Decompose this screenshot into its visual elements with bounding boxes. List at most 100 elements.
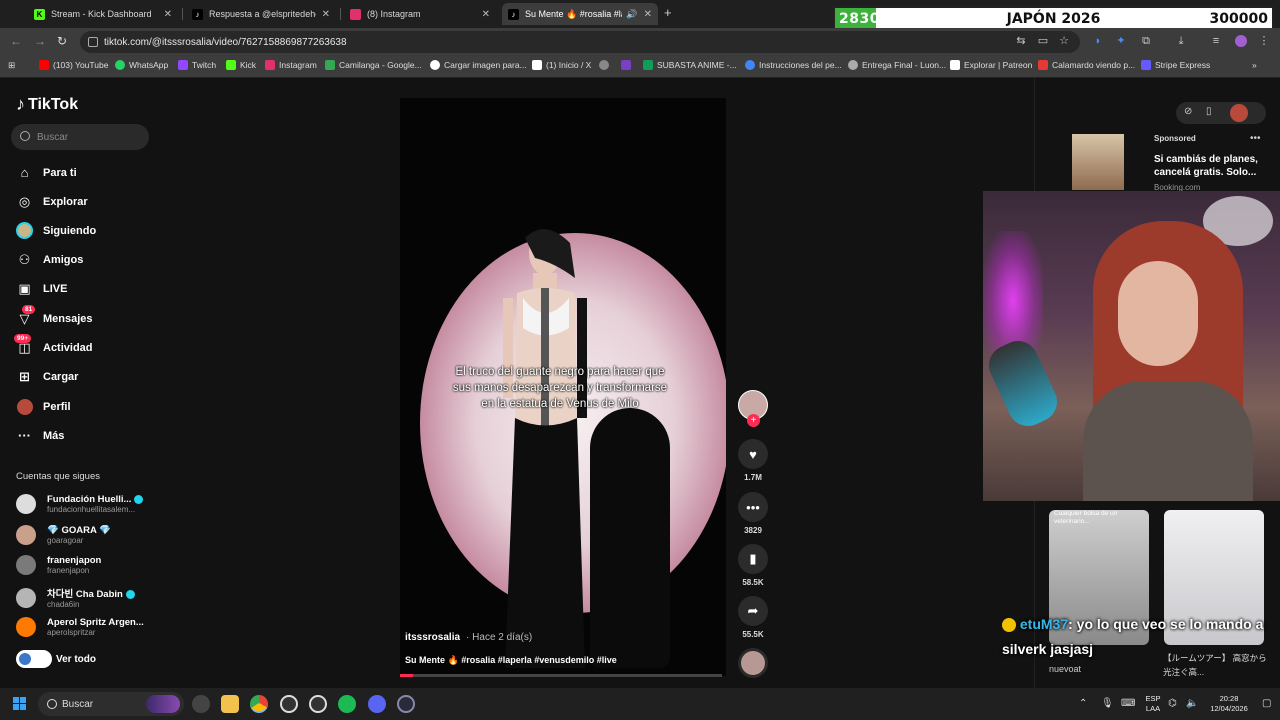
following-item[interactable]: 차다빈 Cha Dabin chada6in <box>16 586 135 609</box>
address-bar[interactable]: tiktok.com/@itsssrosalia/video/762715886… <box>80 31 1080 53</box>
sidebar-item-perfil[interactable]: Perfil <box>16 398 71 415</box>
chevron-up-icon[interactable]: ⌃ <box>1079 698 1087 709</box>
tab-tiktok-active[interactable]: ♪ Su Mente 🔥 #rosalia #lape 🔊 ✕ <box>502 3 658 25</box>
close-icon[interactable]: ✕ <box>644 9 652 20</box>
reading-list-icon[interactable]: ≡ <box>1210 35 1222 47</box>
extensions-puzzle-icon[interactable]: ⧉ <box>1140 35 1152 47</box>
like-button[interactable]: ♥ 1.7M <box>736 439 770 482</box>
bookmark-patreon[interactable]: Explorar | Patreon <box>950 60 1032 70</box>
bookmark-camilanga[interactable]: Camilanga - Google... <box>325 60 422 70</box>
ad-text[interactable]: Si cambiás de planes, cancelá gratis. So… <box>1154 153 1264 179</box>
bookmark-star-icon[interactable]: ☆ <box>1058 35 1070 47</box>
translate-icon[interactable]: ⇆ <box>1015 35 1027 47</box>
video-author[interactable]: itsssrosalia <box>405 632 460 643</box>
back-icon[interactable]: ← <box>10 34 22 48</box>
search-input[interactable]: Buscar <box>11 124 149 150</box>
video-author-line[interactable]: itsssrosalia · Hace 2 día(s) <box>405 632 532 643</box>
extension-icon[interactable]: ✦ <box>1115 35 1127 47</box>
bookmark-whatsapp[interactable]: WhatsApp <box>115 60 168 70</box>
ad-thumbnail[interactable] <box>1072 134 1124 190</box>
file-explorer-icon[interactable] <box>221 695 239 713</box>
follow-plus-icon[interactable]: + <box>747 414 760 427</box>
close-icon[interactable]: ✕ <box>482 9 490 20</box>
new-tab-button[interactable]: + <box>664 5 672 20</box>
following-item[interactable]: Aperol Spritz Argen... aperolspritzar <box>16 617 144 637</box>
bookmark-globe[interactable] <box>599 60 613 70</box>
device-icon[interactable]: ▯ <box>1206 106 1212 117</box>
tiktok-logo[interactable]: ♪ TikTok <box>16 94 78 115</box>
download-icon[interactable]: ⤓ <box>1175 35 1187 47</box>
sidebar-item-amigos[interactable]: ⚇ Amigos <box>16 251 84 268</box>
video-shadow-silhouette <box>590 408 670 668</box>
bookmark-cargar-imagen[interactable]: Cargar imagen para... <box>430 60 527 70</box>
apps-grid-icon[interactable]: ⊞ <box>8 60 15 71</box>
sidebar-item-siguiendo[interactable]: Siguiendo <box>16 222 96 239</box>
bookmark-youtube[interactable]: (103) YouTube <box>39 60 108 70</box>
windows-taskbar: Buscar ⌃ 🎙 ⌨ ESP LAA ⌬ 🔈 20:28 12/04/202… <box>0 688 1280 720</box>
sidebar-item-cargar[interactable]: ⊞ Cargar <box>16 368 78 385</box>
app-icon[interactable] <box>397 695 415 713</box>
bookmark-kick[interactable]: Kick <box>226 60 256 70</box>
keyboard-icon[interactable]: ⌨ <box>1121 698 1135 709</box>
sidebar-item-para-ti[interactable]: ⌂ Para ti <box>16 164 77 181</box>
tab-instagram[interactable]: (8) Instagram ✕ <box>344 3 496 25</box>
following-item[interactable]: Fundación Huelli... fundacionhuellitasale… <box>16 494 144 514</box>
comment-button[interactable]: ••• 3829 <box>736 492 770 535</box>
menu-kebab-icon[interactable]: ⋮ <box>1258 35 1270 47</box>
sidebar-item-explorar[interactable]: ◎ Explorar <box>16 193 88 210</box>
bookmark-instagram[interactable]: Instagram <box>265 60 317 70</box>
discord-icon[interactable] <box>368 695 386 713</box>
video-progress-bar[interactable] <box>400 674 722 677</box>
sidebar-item-mensajes[interactable]: ▽ 81 Mensajes <box>16 305 93 327</box>
bookmark-stripe[interactable]: Stripe Express <box>1141 60 1210 70</box>
microphone-icon[interactable]: 🎙 <box>1101 698 1114 709</box>
network-icon[interactable]: ⌬ <box>1168 698 1177 709</box>
reload-icon[interactable]: ↻ <box>57 34 67 48</box>
input-language[interactable]: ESP LAA <box>1142 694 1164 714</box>
obs-icon[interactable] <box>280 695 298 713</box>
tab-audio-icon[interactable]: 🔊 <box>626 9 637 20</box>
close-icon[interactable]: ✕ <box>322 9 330 20</box>
see-all-button[interactable]: Ver todo <box>16 650 96 668</box>
bookmark-instrucciones[interactable]: Instrucciones del pe... <box>745 60 842 70</box>
sidebar-item-live[interactable]: ▣ LIVE <box>16 280 67 297</box>
extension-icon[interactable]: ◗ <box>1092 35 1104 47</box>
coins-icon[interactable]: ⊘ <box>1184 106 1192 117</box>
site-info-icon[interactable] <box>88 37 98 47</box>
toggle-icon <box>16 650 52 668</box>
taskbar-clock[interactable]: 20:28 12/04/2026 <box>1206 694 1252 714</box>
taskbar-search-input[interactable]: Buscar <box>38 692 184 716</box>
notifications-icon[interactable]: ▢ <box>1262 698 1271 709</box>
forward-icon[interactable]: → <box>34 34 46 48</box>
tab-kick-dashboard[interactable]: K Stream - Kick Dashboard ✕ <box>28 3 178 25</box>
video-player[interactable]: El truco del guante negro para hacer que… <box>400 98 726 676</box>
music-disc-icon[interactable] <box>738 648 768 678</box>
bookmark-twitch[interactable]: Twitch <box>178 60 216 70</box>
volume-icon[interactable]: 🔈 <box>1186 698 1198 709</box>
app-icon[interactable] <box>192 695 210 713</box>
sidebar-item-label: Explorar <box>43 195 88 208</box>
stream-goal-target: 300000 <box>1209 10 1268 27</box>
sidebar-item-mas[interactable]: ··· Más <box>16 427 64 444</box>
windows-start-icon[interactable] <box>13 697 27 711</box>
bookmark-x[interactable]: (1) Inicio / X <box>532 60 591 70</box>
profile-avatar-icon[interactable] <box>1230 104 1248 122</box>
following-item[interactable]: franenjapon franenjapon <box>16 555 101 575</box>
more-options-icon[interactable]: ••• <box>1250 133 1261 144</box>
spotify-icon[interactable] <box>338 695 356 713</box>
bookmark-calamardo[interactable]: Calamardo viendo p... <box>1038 60 1135 70</box>
settings-gear-icon[interactable] <box>309 695 327 713</box>
bookmark-subasta-anime[interactable]: SUBASTA ANIME -... <box>643 60 737 70</box>
following-item[interactable]: 💎 GOARA 💎 goaragoar <box>16 525 111 545</box>
chevron-right-icon[interactable]: » <box>1252 60 1257 70</box>
bookmark-purple[interactable] <box>621 60 635 70</box>
chrome-icon[interactable] <box>250 695 268 713</box>
bookmark-entrega-final[interactable]: Entrega Final - Luon... <box>848 60 946 70</box>
tab-tiktok-respuesta[interactable]: ♪ Respuesta a @elspritedehobiio ✕ <box>186 3 336 25</box>
close-icon[interactable]: ✕ <box>164 9 172 20</box>
share-button[interactable]: ➦ 55.5K <box>736 596 770 639</box>
sidebar-item-actividad[interactable]: ◫ 99+ Actividad <box>14 334 93 356</box>
save-button[interactable]: ▮ 58.5K <box>736 544 770 587</box>
profile-avatar-icon[interactable] <box>1235 35 1247 47</box>
cast-icon[interactable]: ▭ <box>1037 35 1049 47</box>
